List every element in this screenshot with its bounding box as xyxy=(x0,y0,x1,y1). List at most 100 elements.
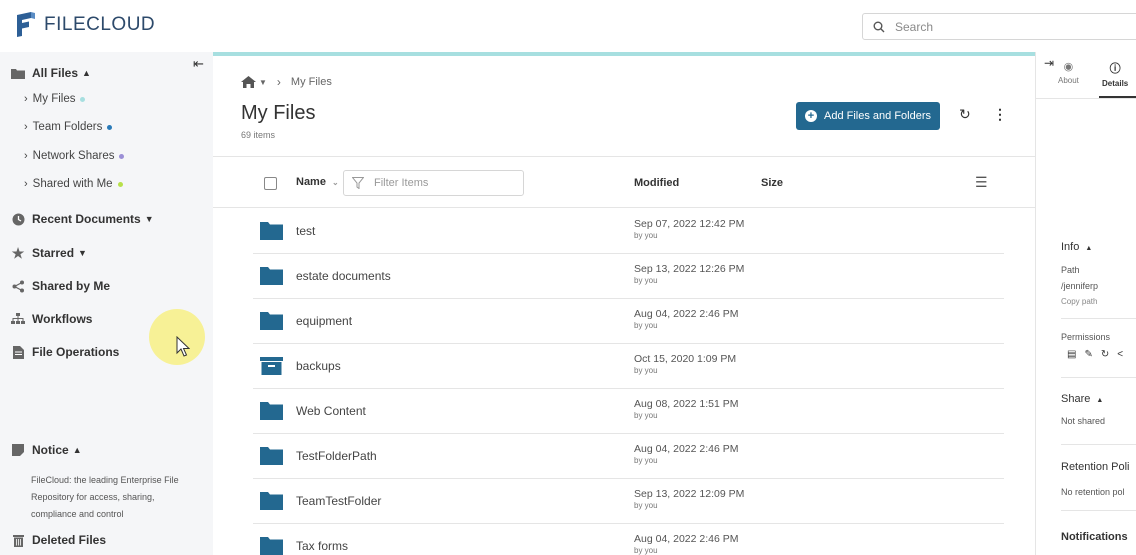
share-section-header[interactable]: Share ▲ xyxy=(1061,393,1103,405)
download-icon: ▤ xyxy=(1067,349,1077,360)
sidebar-item-my-files[interactable]: › My Files xyxy=(24,93,86,105)
retention-status: No retention pol xyxy=(1061,487,1125,497)
folder-icon xyxy=(260,537,283,555)
divider xyxy=(1061,510,1136,511)
file-name[interactable]: Tax forms xyxy=(296,539,348,553)
file-name[interactable]: TeamTestFolder xyxy=(296,494,381,508)
caret-up-icon: ▲ xyxy=(1096,397,1104,404)
sidebar-item-shared-by-me[interactable]: Shared by Me xyxy=(11,279,110,293)
column-header-name[interactable]: Name ⌄ xyxy=(296,176,339,188)
collapse-panel-icon[interactable]: ⇥ xyxy=(1044,56,1054,70)
sidebar-item-label: Deleted Files xyxy=(32,533,107,547)
main-header: ▼ › My Files My Files 69 items + Add Fil… xyxy=(213,56,1035,157)
table-row[interactable]: Web Content Aug 08, 2022 1:51 PM by you xyxy=(213,389,1035,434)
folder-icon xyxy=(260,447,283,465)
sidebar-item-label: Network Shares xyxy=(32,150,115,162)
modified-date: Aug 04, 2022 2:46 PM xyxy=(634,308,739,320)
sidebar-item-label: Shared by Me xyxy=(32,279,111,293)
refresh-icon[interactable]: ↻ xyxy=(959,106,971,123)
table-row[interactable]: backups Oct 15, 2020 1:09 PM by you xyxy=(213,344,1035,389)
collapse-sidebar-icon[interactable]: ⇤ xyxy=(193,56,204,72)
share-icon xyxy=(11,279,25,293)
clock-icon xyxy=(11,212,25,226)
modified-by: by you xyxy=(634,456,658,465)
sidebar-item-notice[interactable]: Notice ▲ xyxy=(11,443,82,457)
file-name[interactable]: backups xyxy=(296,359,341,373)
home-icon[interactable] xyxy=(241,76,256,88)
sidebar-item-deleted-files[interactable]: Deleted Files xyxy=(11,533,106,547)
sidebar-item-label: All Files xyxy=(32,66,79,80)
sidebar-item-shared-with-me[interactable]: › Shared with Me xyxy=(24,178,123,190)
caret-up-icon: ▲ xyxy=(72,445,82,455)
modified-date: Aug 08, 2022 1:51 PM xyxy=(634,398,739,410)
table-row[interactable]: test Sep 07, 2022 12:42 PM by you xyxy=(213,209,1035,254)
sidebar-item-starred[interactable]: ★ Starred ▼ xyxy=(11,245,87,261)
table-row[interactable]: Tax forms Aug 04, 2022 2:46 PM by you xyxy=(213,524,1035,555)
chevron-right-icon: › xyxy=(24,93,28,105)
breadcrumb: ▼ › My Files xyxy=(241,75,332,89)
sidebar-item-file-operations[interactable]: File Operations xyxy=(11,345,119,359)
sidebar-item-all-files[interactable]: All Files ▲ xyxy=(11,66,91,80)
permission-icons: ▤ ✎ ↻ < xyxy=(1067,349,1123,360)
caret-down-icon: ▼ xyxy=(78,248,87,258)
caret-down-icon: ▼ xyxy=(144,214,154,224)
table-row[interactable]: estate documents Sep 13, 2022 12:26 PM by … xyxy=(213,254,1035,299)
modified-date: Sep 13, 2022 12:26 PM xyxy=(634,263,745,275)
info-section-header[interactable]: Info ▲ xyxy=(1061,241,1092,253)
folder-icon xyxy=(260,267,283,285)
search-input[interactable] xyxy=(895,19,1095,34)
modified-by: by you xyxy=(634,321,658,330)
logo-text: FILECLOUD xyxy=(44,14,156,35)
page-title: My Files xyxy=(241,102,316,124)
caret-up-icon: ▲ xyxy=(1085,245,1093,252)
edit-icon: ✎ xyxy=(1084,349,1093,360)
search-box[interactable] xyxy=(862,13,1136,40)
chevron-right-icon: › xyxy=(24,178,28,190)
filter-icon xyxy=(352,177,364,189)
eye-icon: ◉ xyxy=(1063,61,1074,73)
table-row[interactable]: TeamTestFolder Sep 13, 2022 12:09 PM by yo… xyxy=(213,479,1035,524)
table-row[interactable]: equipment Aug 04, 2022 2:46 PM by you xyxy=(213,299,1035,344)
file-name[interactable]: test xyxy=(296,224,315,238)
active-tab-indicator xyxy=(1099,96,1136,98)
filter-input[interactable] xyxy=(374,177,514,189)
sidebar-item-workflows[interactable]: Workflows xyxy=(11,312,92,326)
file-name[interactable]: Web Content xyxy=(296,404,366,418)
note-icon xyxy=(11,443,25,457)
table-row[interactable]: TestFolderPath Aug 04, 2022 2:46 PM by you xyxy=(213,434,1035,479)
copy-path-link[interactable]: Copy path xyxy=(1061,297,1097,306)
modified-by: by you xyxy=(634,546,658,555)
filecloud-logo[interactable]: FILECLOUD xyxy=(14,12,155,38)
sidebar-item-team-folders[interactable]: › Team Folders xyxy=(24,121,113,133)
filter-box[interactable] xyxy=(343,170,524,196)
status-dot xyxy=(80,96,86,102)
modified-date: Sep 07, 2022 12:42 PM xyxy=(634,218,745,230)
file-name[interactable]: estate documents xyxy=(296,269,391,283)
list-view-icon[interactable]: ☰ xyxy=(975,174,988,191)
more-options-icon[interactable]: ⋮ xyxy=(993,106,1007,123)
modified-by: by you xyxy=(634,411,658,420)
select-all-checkbox[interactable] xyxy=(264,177,277,190)
sidebar-item-recent-documents[interactable]: Recent Documents ▼ xyxy=(11,212,154,226)
sidebar-item-network-shares[interactable]: › Network Shares xyxy=(24,150,125,162)
retention-section-header[interactable]: Retention Poli xyxy=(1061,461,1130,473)
notifications-section-header[interactable]: Notifications xyxy=(1061,531,1128,543)
column-header-size[interactable]: Size xyxy=(761,177,783,189)
file-name[interactable]: TestFolderPath xyxy=(296,449,377,463)
caret-down-icon[interactable]: ▼ xyxy=(259,78,267,87)
sidebar-item-label: My Files xyxy=(32,93,76,105)
path-label: Path xyxy=(1061,265,1080,275)
archive-icon xyxy=(260,357,283,375)
share-status: Not shared xyxy=(1061,416,1106,426)
column-name-label: Name xyxy=(296,176,326,188)
modified-date: Oct 15, 2020 1:09 PM xyxy=(634,353,737,365)
add-files-and-folders-button[interactable]: + Add Files and Folders xyxy=(796,102,940,130)
table-header: Name ⌄ Modified Size ☰ xyxy=(213,158,1035,208)
tab-label: About xyxy=(1058,76,1079,85)
add-button-label: Add Files and Folders xyxy=(824,110,931,122)
column-header-modified[interactable]: Modified xyxy=(634,177,679,189)
tab-about[interactable]: ◉ About xyxy=(1058,60,1079,85)
breadcrumb-current[interactable]: My Files xyxy=(291,76,332,88)
file-name[interactable]: equipment xyxy=(296,314,352,328)
tab-details[interactable]: ⓘ Details xyxy=(1102,60,1128,88)
